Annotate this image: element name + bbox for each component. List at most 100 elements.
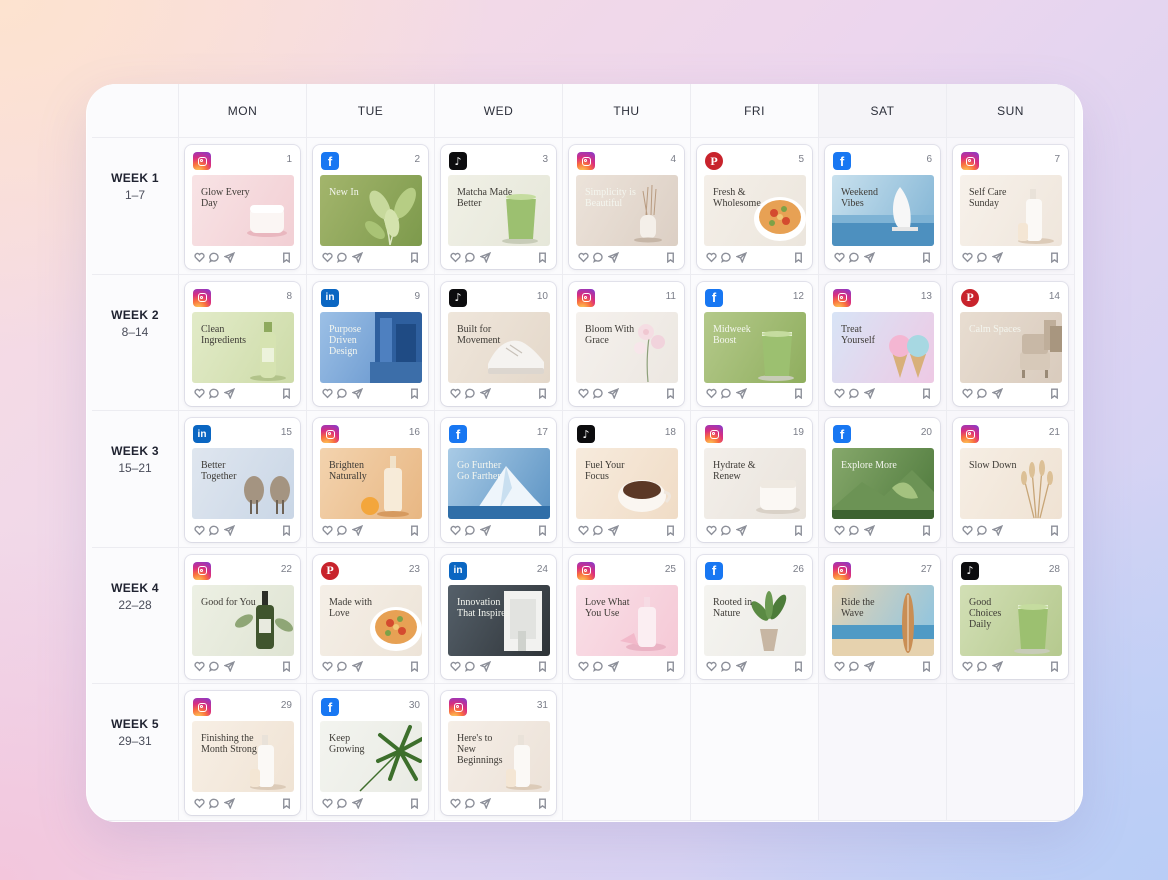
post-card[interactable]: P 23 Made with Love [313,554,428,679]
heart-icon[interactable] [450,388,461,399]
send-icon[interactable] [992,388,1003,399]
post-thumbnail[interactable]: Better Together [192,448,294,519]
send-icon[interactable] [736,524,747,536]
bookmark-icon[interactable] [409,525,420,536]
post-thumbnail[interactable]: Built for Movement [448,311,550,383]
heart-icon[interactable] [834,661,845,672]
bookmark-icon[interactable] [409,798,420,809]
send-icon[interactable] [480,797,491,809]
bookmark-icon[interactable] [793,252,804,263]
comment-icon[interactable] [977,525,988,536]
heart-icon[interactable] [834,388,845,399]
post-thumbnail[interactable]: Purpose Driven Design [320,311,422,383]
post-card[interactable]: 21 Slow Down [953,418,1068,542]
post-card[interactable]: f 20 Explore More [825,418,940,542]
send-icon[interactable] [352,797,363,809]
bookmark-icon[interactable] [1049,525,1060,536]
heart-icon[interactable] [194,798,205,809]
post-thumbnail[interactable]: Bloom With Grace [576,311,678,383]
post-thumbnail[interactable]: Glow Every Day [192,175,294,246]
post-card[interactable]: 22 Good for You [185,554,300,679]
heart-icon[interactable] [706,661,717,672]
post-thumbnail[interactable]: Clean Ingredients [192,311,294,383]
send-icon[interactable] [224,661,235,672]
comment-icon[interactable] [721,388,732,399]
post-card[interactable]: f 6 Weekend Vibes [825,145,940,269]
comment-icon[interactable] [465,661,476,672]
comment-icon[interactable] [849,661,860,672]
post-thumbnail[interactable]: Go Further Go Farther [448,448,550,519]
heart-icon[interactable] [322,388,333,399]
comment-icon[interactable] [209,798,220,809]
comment-icon[interactable] [593,525,604,536]
post-card[interactable]: ♪ 10 Built for Movement [441,281,556,406]
bookmark-icon[interactable] [1049,388,1060,399]
comment-icon[interactable] [593,661,604,672]
send-icon[interactable] [608,661,619,672]
post-card[interactable]: 25 Love What You Use [569,554,684,679]
post-card[interactable]: 4 Simplicity is Beautiful [569,145,684,269]
post-card[interactable]: 31 Here's to New Beginnings [441,691,556,815]
post-thumbnail[interactable]: Innovation That Inspires [448,584,550,656]
post-thumbnail[interactable]: Love What You Use [576,584,678,656]
send-icon[interactable] [864,388,875,399]
post-thumbnail[interactable]: Simplicity is Beautiful [576,175,678,246]
heart-icon[interactable] [450,525,461,536]
post-card[interactable]: 11 Bloom With Grace [569,281,684,406]
heart-icon[interactable] [706,388,717,399]
comment-icon[interactable] [209,661,220,672]
heart-icon[interactable] [450,798,461,809]
send-icon[interactable] [480,524,491,536]
comment-icon[interactable] [337,388,348,399]
heart-icon[interactable] [962,252,973,263]
send-icon[interactable] [864,251,875,263]
send-icon[interactable] [736,388,747,399]
bookmark-icon[interactable] [921,388,932,399]
bookmark-icon[interactable] [409,661,420,672]
send-icon[interactable] [608,524,619,536]
bookmark-icon[interactable] [537,661,548,672]
bookmark-icon[interactable] [281,525,292,536]
heart-icon[interactable] [578,252,589,263]
post-thumbnail[interactable]: Rooted in Nature [704,584,806,656]
post-thumbnail[interactable]: Explore More [832,448,934,519]
post-thumbnail[interactable]: Keep Growing [320,721,422,792]
send-icon[interactable] [224,524,235,536]
post-thumbnail[interactable]: Treat Yourself [832,311,934,383]
bookmark-icon[interactable] [537,388,548,399]
post-card[interactable]: ♪ 3 Matcha Made Better [441,145,556,269]
bookmark-icon[interactable] [409,388,420,399]
comment-icon[interactable] [849,388,860,399]
send-icon[interactable] [224,388,235,399]
bookmark-icon[interactable] [665,661,676,672]
post-card[interactable]: P 14 Calm Spaces [953,281,1068,406]
comment-icon[interactable] [849,252,860,263]
send-icon[interactable] [608,251,619,263]
post-card[interactable]: in 15 Better Together [185,418,300,542]
post-card[interactable]: 8 Clean Ingredients [185,281,300,406]
post-card[interactable]: f 30 Keep Growing [313,691,428,815]
post-thumbnail[interactable]: Finishing the Month Strong [192,721,294,792]
send-icon[interactable] [224,797,235,809]
heart-icon[interactable] [450,252,461,263]
comment-icon[interactable] [977,661,988,672]
bookmark-icon[interactable] [1049,661,1060,672]
post-thumbnail[interactable]: Calm Spaces [960,311,1062,383]
post-card[interactable]: 29 Finishing the Month Strong [185,691,300,815]
heart-icon[interactable] [578,388,589,399]
send-icon[interactable] [480,251,491,263]
comment-icon[interactable] [337,798,348,809]
post-card[interactable]: 19 Hydrate & Renew [697,418,812,542]
heart-icon[interactable] [450,661,461,672]
post-thumbnail[interactable]: Good Choices Daily [960,584,1062,656]
post-card[interactable]: 1 Glow Every Day [185,145,300,269]
bookmark-icon[interactable] [793,525,804,536]
post-thumbnail[interactable]: New In [320,175,422,246]
bookmark-icon[interactable] [921,661,932,672]
heart-icon[interactable] [194,388,205,399]
heart-icon[interactable] [194,525,205,536]
post-thumbnail[interactable]: Made with Love [320,584,422,656]
bookmark-icon[interactable] [281,252,292,263]
comment-icon[interactable] [465,252,476,263]
send-icon[interactable] [992,524,1003,536]
